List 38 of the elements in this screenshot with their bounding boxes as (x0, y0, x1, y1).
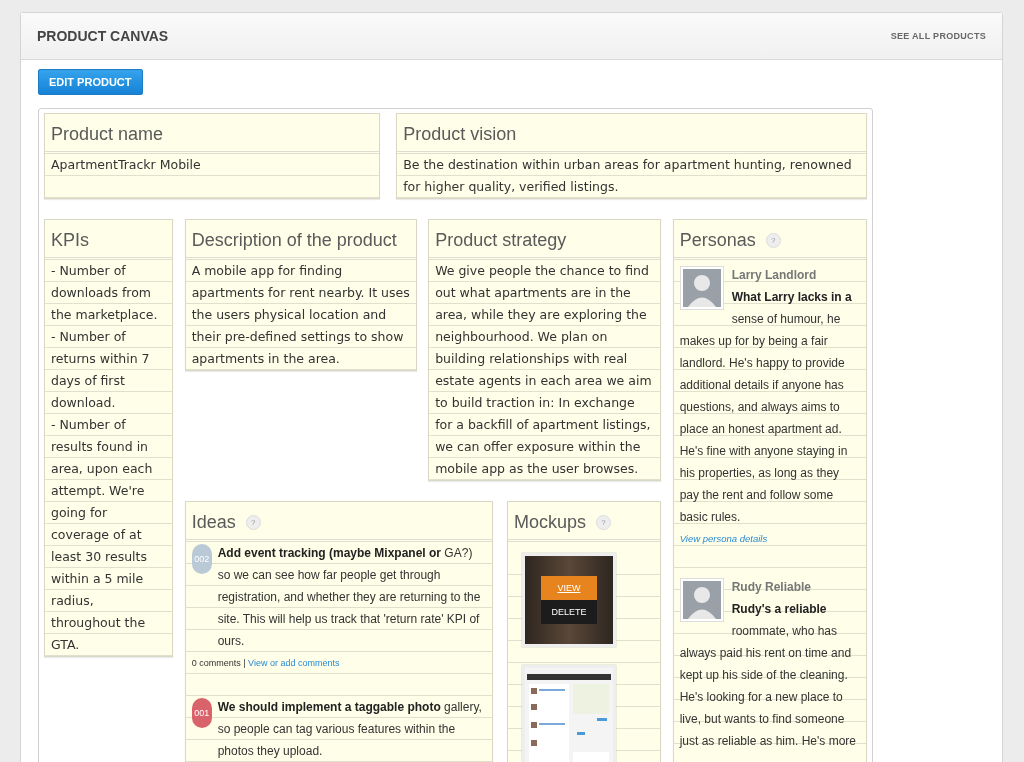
separator: | (243, 658, 246, 668)
kpi-text: - Number of returns within 7 days of first download. (51, 328, 151, 412)
card-title: Product strategy (429, 220, 660, 260)
page-title: PRODUCT CANVAS (37, 28, 169, 44)
card-title: Personas (679, 230, 756, 251)
view-comments-link[interactable]: View or add comments (248, 658, 340, 668)
card-title: Product name (45, 114, 380, 154)
strategy-text: We give people the chance to find out what apartments are in the area, while they are exploring the neighbourhood. We plan on building relationships with real estate agents in each area we aim to build traction in: In exchange for a backfill of apartment listings, we can offer exposure within the mobile app as the user browses. (435, 263, 652, 476)
mockup-thumbnail[interactable]: VIEW DELETE (521, 553, 616, 647)
help-icon[interactable]: ? (596, 515, 611, 530)
avatar-icon (679, 578, 724, 622)
card-title: KPIs (45, 220, 172, 260)
card-title: Description of the product (185, 220, 417, 260)
edit-product-button[interactable]: EDIT PRODUCT (38, 69, 143, 95)
vision-text: Be the destination within urban areas for apartment hunting, renowned for higher quality, verified listings. (403, 157, 852, 194)
kpi-text: - Number of results found in area, upon each attempt. We're going for coverage of at least 30 results within a 5 mile radius, throughout the GTA. (51, 416, 154, 654)
card-title: Mockups (513, 512, 586, 533)
kpi-text: - Number of downloads from the marketplace. (51, 262, 159, 324)
idea-text: Add event tracking (maybe Mixpanel or GA?) so we can see how far people get through registration, and whether they are returning to the site. This will help us track that 'return rate' KPI of ours. (217, 545, 482, 650)
persona-name: Rudy Reliable (730, 579, 812, 596)
product-name-text: ApartmentTrackr Mobile (51, 157, 201, 172)
persona-text: What Larry lacks in a sense of humour, he makes up for by being a fair landlord. He's happy to provide additional details if anyone has questions, and always aims to place an honest apartment ad. He's fine with anyone staying in his properties, as long as they pay the rent and follow some basic rules. (679, 290, 852, 524)
view-label: VIEW (540, 576, 597, 600)
idea-text: We should implement a taggable photo gallery, so people can tag various features within the photos they upload. (217, 699, 483, 760)
comment-count: 0 comments (191, 658, 241, 668)
persona-name: Larry Landlord (730, 267, 818, 284)
persona-text: Rudy's a reliable roommate, who has always paid his rent on time and kept up his side of the cleaning. He's looking for a new place to live, but wants to find someone just as reliable as him. He's more (679, 602, 856, 748)
delete-label: DELETE (540, 600, 597, 624)
persona-details-link[interactable]: View persona details (679, 533, 768, 544)
card-title: Ideas (191, 512, 236, 533)
card-title: Product vision (397, 114, 866, 154)
description-text: A mobile app for finding apartments for rent nearby. It uses the users physical location and their pre-defined settings to show apartments in the area. (191, 263, 410, 366)
idea-number-badge: 002 (191, 544, 212, 574)
help-icon[interactable]: ? (765, 233, 781, 248)
avatar-icon (679, 266, 724, 310)
see-all-products-link[interactable]: SEE ALL PRODUCTS (890, 31, 986, 41)
idea-number-badge: 001 (191, 698, 212, 728)
help-icon[interactable]: ? (245, 515, 261, 530)
